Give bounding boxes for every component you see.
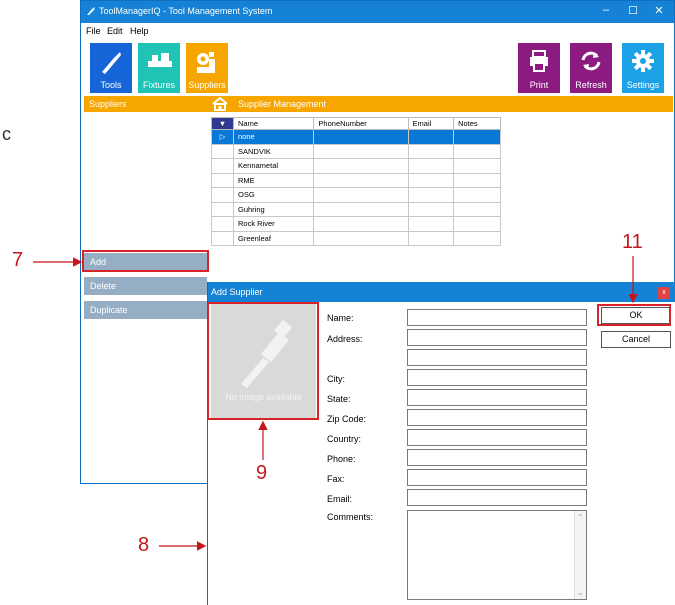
callout-arrows — [33, 256, 638, 551]
